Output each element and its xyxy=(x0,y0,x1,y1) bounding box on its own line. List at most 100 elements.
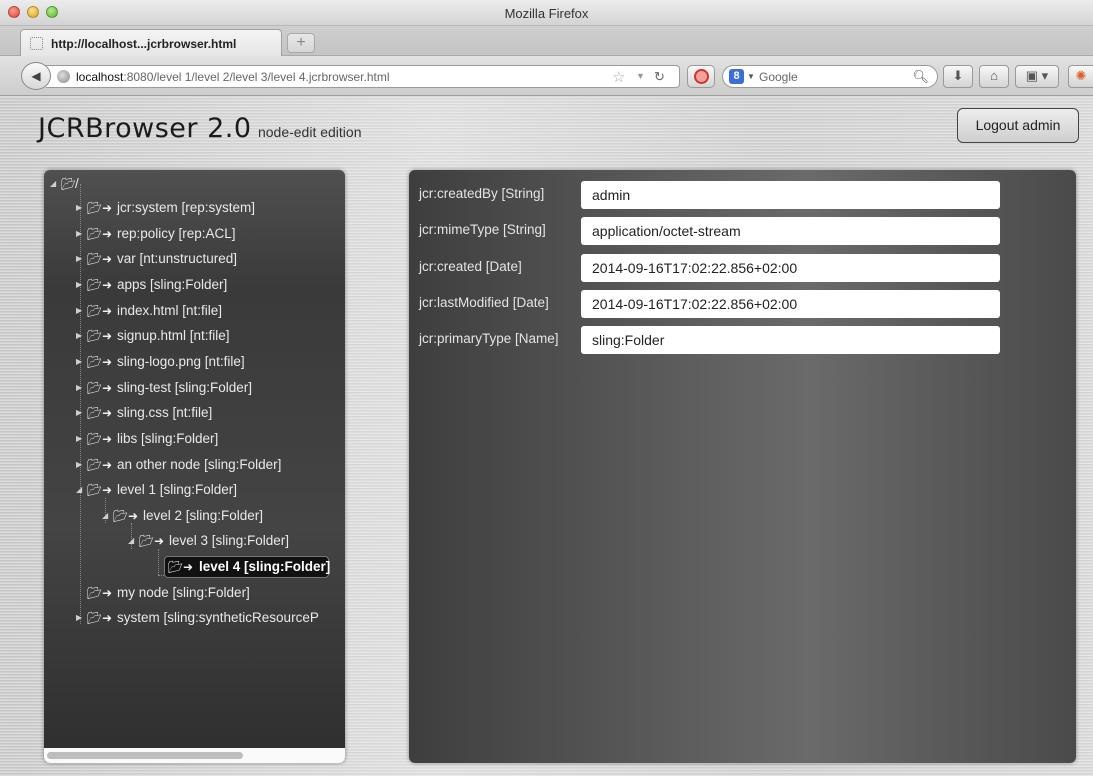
browser-tab[interactable]: http://localhost...jcrbrowser.html xyxy=(20,29,282,56)
folder-open-icon: 📂︎ xyxy=(87,329,103,343)
arrow-right-icon: ➜ xyxy=(102,586,113,600)
folder-open-icon: 📂︎ xyxy=(87,483,103,497)
folder-open-icon: 📂︎ xyxy=(87,458,103,472)
collapse-triangle-icon[interactable]: ◢ xyxy=(128,530,134,552)
scrollbar-thumb[interactable] xyxy=(47,752,243,759)
tree-node-label: my node [sling:Folder] xyxy=(117,585,250,600)
arrow-right-icon: ➜ xyxy=(102,458,113,472)
brand-subtitle: node-edit edition xyxy=(257,124,362,140)
folder-open-icon: 📂︎ xyxy=(87,586,103,600)
tree-node-label: an other node [sling:Folder] xyxy=(117,457,282,472)
folder-open-icon: 📂︎ xyxy=(87,252,103,266)
expand-triangle-icon[interactable]: ▶ xyxy=(76,402,82,424)
property-name: jcr:mimeType [String] xyxy=(419,222,546,237)
expand-triangle-icon[interactable]: ▶ xyxy=(76,248,82,270)
search-placeholder: Google xyxy=(759,70,798,84)
expand-triangle-icon[interactable]: ▶ xyxy=(76,197,82,219)
google-icon[interactable]: 8 xyxy=(729,69,744,84)
folder-open-icon: 📂︎ xyxy=(87,304,103,318)
home-icon: ⌂ xyxy=(990,68,998,83)
folder-open-icon: 📂︎ xyxy=(87,227,103,241)
extension-icon: ✺ xyxy=(1075,68,1087,83)
property-value-input[interactable] xyxy=(581,254,1000,282)
title-bar: Mozilla Firefox xyxy=(0,0,1093,26)
arrow-right-icon: ➜ xyxy=(102,227,113,241)
arrow-right-icon: ➜ xyxy=(102,304,113,318)
arrow-right-icon: ➜ xyxy=(102,381,113,395)
bookmark-star-icon[interactable]: ☆ xyxy=(612,68,625,86)
tree-node-label: level 3 [sling:Folder] xyxy=(169,533,290,548)
tree-node-label: apps [sling:Folder] xyxy=(117,277,228,292)
reload-icon[interactable]: ↻ xyxy=(654,69,665,85)
node-tree-panel: ◢ 📂︎ / ▶ 📂︎ ➜ jcr:system [rep:system] ▶ … xyxy=(44,170,345,763)
globe-icon xyxy=(57,70,70,83)
logout-button[interactable]: Logout admin xyxy=(957,108,1079,143)
horizontal-scrollbar[interactable] xyxy=(44,748,345,763)
url-path: :8080/level 1/level 2/level 3/level 4.jc… xyxy=(123,70,390,84)
expand-triangle-icon[interactable]: ▶ xyxy=(76,274,82,296)
tree-node-label: signup.html [nt:file] xyxy=(117,328,230,343)
history-dropdown-icon[interactable]: ▼ xyxy=(636,71,645,81)
arrow-right-icon: ➜ xyxy=(128,509,139,523)
folder-open-icon: 📂︎ xyxy=(87,355,103,369)
expand-triangle-icon[interactable]: ▶ xyxy=(76,607,82,629)
download-arrow-icon: ⬇ xyxy=(952,68,964,83)
tree-node-label: jcr:system [rep:system] xyxy=(117,200,256,215)
expand-triangle-icon[interactable]: ▶ xyxy=(76,300,82,322)
folder-open-icon: 📂︎ xyxy=(113,509,129,523)
tree-node-label: libs [sling:Folder] xyxy=(117,431,219,446)
arrow-right-icon: ➜ xyxy=(154,534,165,548)
back-button[interactable]: ◀ xyxy=(21,62,51,90)
expand-triangle-icon[interactable]: ▶ xyxy=(76,428,82,450)
url-bar[interactable]: localhost:8080/level 1/level 2/level 3/l… xyxy=(46,65,680,88)
folder-open-icon: 📂︎ xyxy=(87,201,103,215)
chevron-down-icon[interactable]: ▼ xyxy=(747,72,755,81)
property-value-input[interactable] xyxy=(581,290,1000,318)
expand-triangle-icon[interactable]: ▶ xyxy=(76,325,82,347)
property-name: jcr:primaryType [Name] xyxy=(419,331,559,346)
expand-triangle-icon[interactable]: ▶ xyxy=(76,223,82,245)
tree-node-label: / xyxy=(75,176,79,191)
folder-open-icon: 📂︎ xyxy=(139,534,155,548)
arrow-right-icon: ➜ xyxy=(102,483,113,497)
tree-node-label: rep:policy [rep:ACL] xyxy=(117,226,236,241)
tree-node-label: sling.css [nt:file] xyxy=(117,405,213,420)
search-bar[interactable]: 8 ▼ Google 🔍︎ xyxy=(722,65,938,88)
collapse-triangle-icon[interactable]: ◢ xyxy=(102,505,108,527)
tree-node-label: level 2 [sling:Folder] xyxy=(143,508,264,523)
arrow-right-icon: ➜ xyxy=(102,252,113,266)
collapse-triangle-icon[interactable]: ◢ xyxy=(76,479,82,501)
url-host: localhost xyxy=(76,70,124,84)
arrow-right-icon: ➜ xyxy=(102,406,113,420)
expand-triangle-icon[interactable]: ▶ xyxy=(76,454,82,476)
collapse-triangle-icon[interactable]: ◢ xyxy=(50,173,56,195)
folder-open-icon: 📂︎ xyxy=(87,611,103,625)
property-value-input[interactable] xyxy=(581,217,1000,245)
tree-node-label: level 4 [sling:Folder] xyxy=(199,559,331,574)
folder-open-icon: 📂︎ xyxy=(87,406,103,420)
folder-open-icon: 📂︎ xyxy=(168,560,184,574)
property-value-input[interactable] xyxy=(581,181,1000,209)
brand-title: JCRBrowser 2.0 xyxy=(38,113,252,144)
folder-open-icon: 📂︎ xyxy=(87,278,103,292)
tree-node-label: sling-test [sling:Folder] xyxy=(117,380,253,395)
page-content: JCRBrowser 2.0 node-edit edition Logout … xyxy=(0,97,1093,776)
expand-triangle-icon[interactable]: ▶ xyxy=(76,377,82,399)
property-value-input[interactable] xyxy=(581,326,1000,354)
search-icon[interactable]: 🔍︎ xyxy=(912,69,929,85)
extension-button[interactable]: ✺ xyxy=(1068,65,1093,88)
tree-connector xyxy=(158,549,159,575)
arrow-right-icon: ➜ xyxy=(102,355,113,369)
home-button[interactable]: ⌂ xyxy=(979,65,1009,88)
tree-node-label: sling-logo.png [nt:file] xyxy=(117,354,245,369)
property-name: jcr:createdBy [String] xyxy=(419,186,545,201)
bookmarks-button[interactable]: ▣ ▾ xyxy=(1015,65,1059,88)
new-tab-button[interactable]: + xyxy=(287,33,315,53)
tree-node-label: index.html [nt:file] xyxy=(117,303,223,318)
tree-node-label: system [sling:syntheticResourceP xyxy=(117,610,319,625)
adblock-button[interactable] xyxy=(687,65,715,88)
arrow-right-icon: ➜ xyxy=(102,278,113,292)
downloads-button[interactable]: ⬇ xyxy=(943,65,973,88)
window-title: Mozilla Firefox xyxy=(504,6,589,21)
expand-triangle-icon[interactable]: ▶ xyxy=(76,351,82,373)
